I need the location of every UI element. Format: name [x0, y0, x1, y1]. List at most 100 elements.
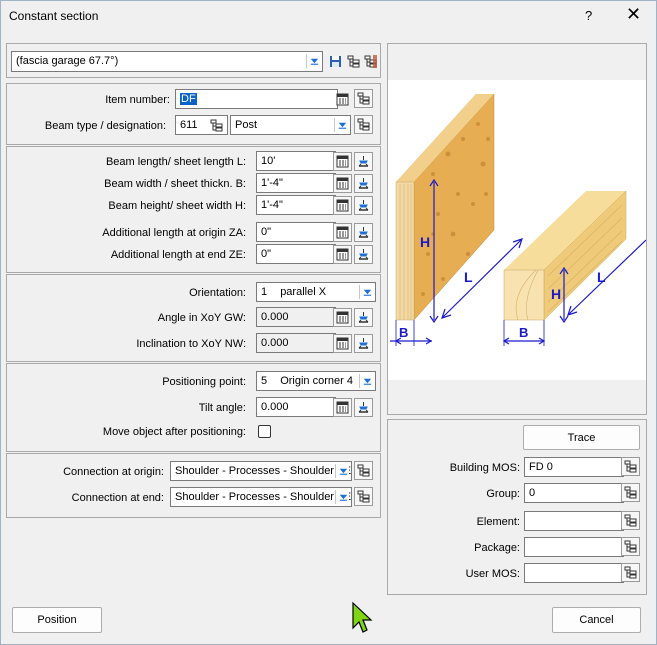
angle-xoy-value: 0.000 [261, 311, 289, 323]
tilt-angle-value: 0.000 [261, 401, 289, 413]
tilt-angle-input[interactable]: 0.000 [256, 397, 336, 417]
positioning-point-code: 5 [261, 375, 268, 387]
orientation-panel: Orientation: 1 parallel X Angle in XoY G… [6, 274, 381, 362]
inclination-calc-button[interactable] [333, 334, 352, 353]
add-origin-input[interactable]: 0" [256, 222, 336, 242]
angle-xoy-pick-button[interactable] [354, 308, 373, 327]
beam-length-label: Beam length/ sheet length L: [105, 156, 246, 168]
add-end-pick-button[interactable] [354, 245, 373, 264]
beam-length-calc-button[interactable] [333, 152, 352, 171]
item-number-calc-button[interactable] [333, 90, 352, 109]
orientation-select[interactable]: 1 parallel X [256, 282, 376, 302]
building-mos-label: Building MOS: [449, 462, 520, 474]
mouse-cursor-icon [352, 601, 373, 633]
tree-icon [624, 566, 637, 579]
move-after-checkbox[interactable] [258, 425, 271, 438]
chevron-down-icon [335, 490, 349, 504]
manage-icon [364, 55, 377, 68]
element-input[interactable] [524, 511, 624, 531]
group-input[interactable]: 0 [524, 483, 624, 503]
tilt-angle-label: Tilt angle: [198, 402, 246, 414]
conn-end-select[interactable]: Shoulder - Processes - Shoulder - E [170, 487, 352, 507]
package-input[interactable] [524, 537, 624, 557]
add-origin-label: Additional length at origin ZA: [102, 227, 246, 239]
item-number-tree-button[interactable] [354, 89, 373, 108]
user-mos-input[interactable] [524, 563, 624, 583]
preset-select[interactable]: (fascia garage 67.7°) [11, 51, 323, 72]
group-value: 0 [529, 487, 536, 499]
conn-end-tree-button[interactable] [354, 487, 373, 506]
add-end-input[interactable]: 0" [256, 244, 336, 264]
position-button[interactable]: Position [12, 607, 102, 633]
add-origin-pick-button[interactable] [354, 223, 373, 242]
conn-origin-tree-button[interactable] [354, 461, 373, 480]
add-origin-calc-button[interactable] [333, 223, 352, 242]
beam-height-value: 1'-4" [261, 199, 283, 211]
preset-value: (fascia garage 67.7°) [16, 55, 119, 67]
building-mos-value: FD 0 [529, 461, 553, 473]
pick-icon [358, 177, 369, 189]
beam-designation-value: Post [235, 119, 258, 131]
calculator-icon [336, 226, 349, 239]
inclination-input[interactable]: 0.000 [256, 333, 336, 353]
beam-designation-select[interactable]: Post [230, 115, 351, 135]
add-end-label: Additional length at end ZE: [110, 249, 246, 261]
help-button[interactable]: ? [585, 8, 592, 23]
beam-type-tree-button[interactable] [207, 116, 226, 135]
beam-end [503, 269, 545, 321]
inclination-label: Inclination to XoY NW: [136, 338, 246, 350]
beam-length-value: 10' [261, 155, 276, 167]
item-number-label: Item number: [105, 94, 170, 106]
inclination-pick-button[interactable] [354, 334, 373, 353]
group-tree-button[interactable] [621, 483, 640, 502]
save-preset-button[interactable] [326, 52, 345, 71]
beam-height-calc-button[interactable] [333, 196, 352, 215]
preset-manage-button[interactable] [361, 52, 380, 71]
diagram-panel: H L B H L B [387, 43, 647, 415]
pick-icon [358, 199, 369, 211]
beam-length-input[interactable]: 10' [256, 151, 336, 171]
item-number-input[interactable]: DF [175, 89, 338, 109]
beam-width-label: Beam width / sheet thickn. B: [104, 178, 246, 190]
calculator-icon [336, 337, 349, 350]
add-end-calc-button[interactable] [333, 245, 352, 264]
beam-height-pick-button[interactable] [354, 196, 373, 215]
pick-icon [358, 337, 369, 349]
chevron-down-icon [334, 118, 348, 132]
beam-length-pick-button[interactable] [354, 152, 373, 171]
tree-icon [210, 119, 223, 132]
user-mos-label: User MOS: [465, 568, 520, 580]
building-mos-tree-button[interactable] [621, 457, 640, 476]
close-button[interactable]: ✕ [626, 5, 641, 23]
element-tree-button[interactable] [621, 511, 640, 530]
beam-b-label: B [519, 325, 528, 340]
building-mos-input[interactable]: FD 0 [524, 457, 624, 477]
cancel-button[interactable]: Cancel [552, 607, 641, 633]
user-mos-tree-button[interactable] [621, 563, 640, 582]
angle-xoy-calc-button[interactable] [333, 308, 352, 327]
conn-origin-label: Connection at origin: [63, 466, 164, 478]
conn-origin-select[interactable]: Shoulder - Processes - Shoulder - E [170, 461, 352, 481]
positioning-point-select[interactable]: 5 Origin corner 4 [256, 371, 376, 391]
element-label: Element: [476, 516, 520, 528]
tree-icon [357, 118, 370, 131]
beam-designation-tree-button[interactable] [354, 115, 373, 134]
package-label: Package: [474, 542, 520, 554]
trace-button[interactable]: Trace [523, 425, 640, 450]
beam-width-calc-button[interactable] [333, 174, 352, 193]
tilt-angle-pick-button[interactable] [354, 398, 373, 417]
pick-icon [358, 401, 369, 413]
angle-xoy-input[interactable]: 0.000 [256, 307, 336, 327]
beam-height-input[interactable]: 1'-4" [256, 195, 336, 215]
save-icon [330, 56, 341, 67]
tree-icon [624, 460, 637, 473]
tilt-angle-calc-button[interactable] [333, 398, 352, 417]
dimensions-panel: Beam length/ sheet length L: 10' Beam wi… [6, 146, 381, 273]
calculator-icon [336, 311, 349, 324]
calculator-icon [336, 401, 349, 414]
positioning-point-label: Positioning point: [162, 376, 246, 388]
beam-width-input[interactable]: 1'-4" [256, 173, 336, 193]
package-tree-button[interactable] [621, 537, 640, 556]
beam-width-pick-button[interactable] [354, 174, 373, 193]
beam-diagram: H L B H L B [388, 80, 647, 380]
